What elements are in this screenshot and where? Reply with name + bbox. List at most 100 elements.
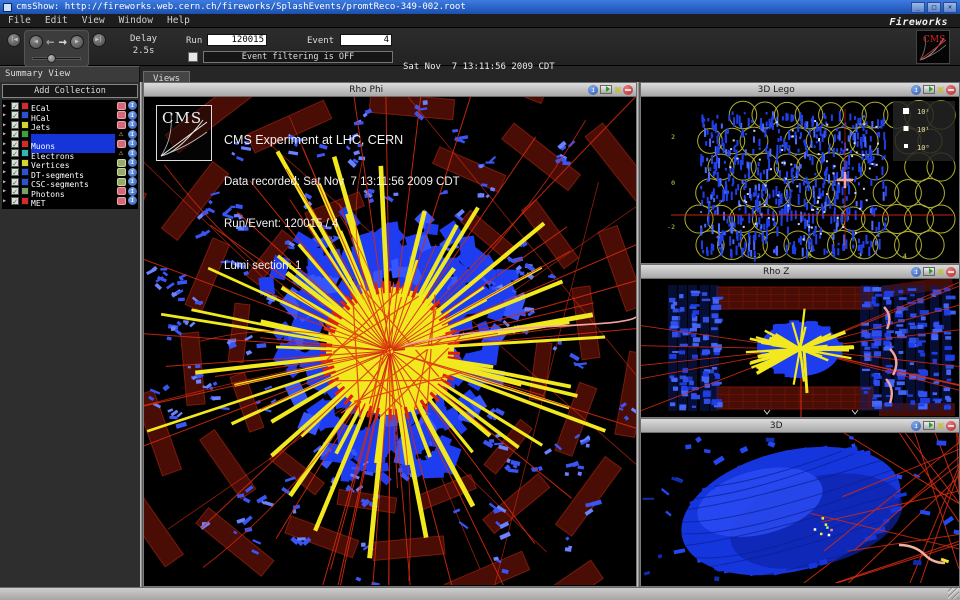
- collection-row-met[interactable]: ▶✓METi: [2, 196, 138, 206]
- filter-icon[interactable]: [117, 159, 126, 167]
- visibility-checkbox[interactable]: ✓: [11, 159, 19, 167]
- filter-icon[interactable]: [117, 187, 126, 195]
- swap-view-icon[interactable]: [600, 85, 612, 94]
- filter-icon[interactable]: [117, 121, 126, 129]
- resize-grip[interactable]: [948, 588, 959, 599]
- menu-window[interactable]: Window: [119, 14, 153, 27]
- expander-icon[interactable]: ▶: [3, 112, 9, 118]
- lego-header[interactable]: 3D Lego i ✕: [640, 82, 960, 97]
- color-swatch[interactable]: [21, 178, 29, 186]
- info-icon[interactable]: i: [128, 111, 137, 120]
- maximize-button[interactable]: □: [927, 2, 941, 13]
- menu-edit[interactable]: Edit: [45, 14, 68, 27]
- rho-phi-event-display[interactable]: [144, 97, 636, 585]
- visibility-checkbox[interactable]: ✓: [11, 140, 19, 148]
- expander-icon[interactable]: ▶: [3, 122, 9, 128]
- info-icon[interactable]: i: [911, 85, 921, 95]
- expander-icon[interactable]: ▶: [3, 160, 9, 166]
- expander-icon[interactable]: ▶: [3, 179, 9, 185]
- warning-icon[interactable]: ⚠: [116, 130, 126, 138]
- info-icon[interactable]: i: [911, 421, 921, 431]
- visibility-checkbox[interactable]: ✓: [11, 197, 19, 205]
- color-swatch[interactable]: [21, 140, 29, 148]
- visibility-checkbox[interactable]: ✓: [11, 111, 19, 119]
- menu-view[interactable]: View: [82, 14, 105, 27]
- visibility-checkbox[interactable]: ✓: [11, 187, 19, 195]
- close-button[interactable]: ✕: [943, 2, 957, 13]
- expander-icon[interactable]: ▶: [3, 198, 9, 204]
- expander-icon[interactable]: ▶: [3, 169, 9, 175]
- info-icon[interactable]: i: [911, 267, 921, 277]
- color-swatch[interactable]: [21, 159, 29, 167]
- maximize-view-icon[interactable]: ✕: [937, 266, 944, 277]
- swap-view-icon[interactable]: [923, 85, 935, 94]
- event-filter-button[interactable]: Event filtering is OFF: [203, 51, 393, 63]
- info-icon[interactable]: i: [128, 158, 137, 167]
- run-input[interactable]: [207, 34, 267, 46]
- filter-icon[interactable]: [117, 168, 126, 176]
- visibility-checkbox[interactable]: ✓: [11, 149, 19, 157]
- filter-icon[interactable]: [117, 111, 126, 119]
- swap-view-icon[interactable]: [923, 267, 935, 276]
- delay-slider[interactable]: [32, 53, 81, 63]
- tab-summary-view[interactable]: Summary View: [0, 66, 140, 82]
- visibility-checkbox[interactable]: ✓: [11, 178, 19, 186]
- minimize-button[interactable]: _: [911, 2, 925, 13]
- last-event-button[interactable]: ▶|: [92, 33, 106, 47]
- filter-icon[interactable]: [117, 178, 126, 186]
- threed-header[interactable]: 3D i ✕: [640, 418, 960, 433]
- expander-icon[interactable]: ▶: [3, 131, 9, 137]
- step-forward-icon[interactable]: →: [56, 34, 68, 50]
- swap-view-icon[interactable]: [923, 421, 935, 430]
- prev-event-button[interactable]: ◀: [29, 35, 43, 49]
- info-icon[interactable]: i: [128, 130, 137, 139]
- filter-icon[interactable]: [117, 197, 126, 205]
- maximize-view-icon[interactable]: ✕: [614, 84, 621, 95]
- expander-icon[interactable]: ▶: [3, 150, 9, 156]
- expander-icon[interactable]: ▶: [3, 141, 9, 147]
- info-icon[interactable]: i: [588, 85, 598, 95]
- maximize-view-icon[interactable]: ✕: [937, 420, 944, 431]
- color-swatch[interactable]: [21, 149, 29, 157]
- menu-help[interactable]: Help: [167, 14, 190, 27]
- menu-file[interactable]: File: [8, 14, 31, 27]
- color-swatch[interactable]: [21, 187, 29, 195]
- rho-phi-viewport[interactable]: CMS CMS Experiment at LHC, CERN Data rec…: [143, 97, 637, 587]
- threed-event-display[interactable]: [641, 433, 959, 583]
- expander-icon[interactable]: ▶: [3, 188, 9, 194]
- color-swatch[interactable]: [21, 121, 29, 129]
- lego-event-display[interactable]: 10²10¹10⁰-202420-2: [641, 97, 959, 263]
- info-icon[interactable]: i: [128, 168, 137, 177]
- close-view-icon[interactable]: [623, 85, 633, 95]
- color-swatch[interactable]: [21, 168, 29, 176]
- info-icon[interactable]: i: [128, 139, 137, 148]
- rho-z-header[interactable]: Rho Z i ✕: [640, 264, 960, 279]
- filter-checkbox[interactable]: [188, 52, 198, 62]
- window-titlebar[interactable]: cmsShow: http://fireworks.web.cern.ch/fi…: [0, 0, 960, 14]
- color-swatch[interactable]: [21, 102, 29, 110]
- color-swatch[interactable]: [21, 130, 29, 138]
- visibility-checkbox[interactable]: ✓: [11, 168, 19, 176]
- warning-icon[interactable]: ⚠: [116, 149, 126, 157]
- info-icon[interactable]: i: [128, 187, 137, 196]
- close-view-icon[interactable]: [946, 267, 956, 277]
- next-event-button[interactable]: ▶: [70, 35, 84, 49]
- info-icon[interactable]: i: [128, 149, 137, 158]
- info-icon[interactable]: i: [128, 101, 137, 110]
- first-event-button[interactable]: |◀: [7, 33, 21, 47]
- info-icon[interactable]: i: [128, 177, 137, 186]
- visibility-checkbox[interactable]: ✓: [11, 102, 19, 110]
- close-view-icon[interactable]: [946, 85, 956, 95]
- info-icon[interactable]: i: [128, 120, 137, 129]
- rho-z-event-display[interactable]: [641, 279, 959, 417]
- color-swatch[interactable]: [21, 111, 29, 119]
- filter-icon[interactable]: [117, 140, 126, 148]
- color-swatch[interactable]: [21, 197, 29, 205]
- filter-icon[interactable]: [117, 102, 126, 110]
- visibility-checkbox[interactable]: ✓: [11, 121, 19, 129]
- rho-phi-header[interactable]: Rho Phi i ✕: [143, 82, 637, 97]
- step-back-icon[interactable]: ←: [44, 34, 56, 50]
- lego-viewport[interactable]: 10²10¹10⁰-202420-2: [640, 97, 960, 264]
- event-input[interactable]: [340, 34, 392, 46]
- info-icon[interactable]: i: [128, 196, 137, 205]
